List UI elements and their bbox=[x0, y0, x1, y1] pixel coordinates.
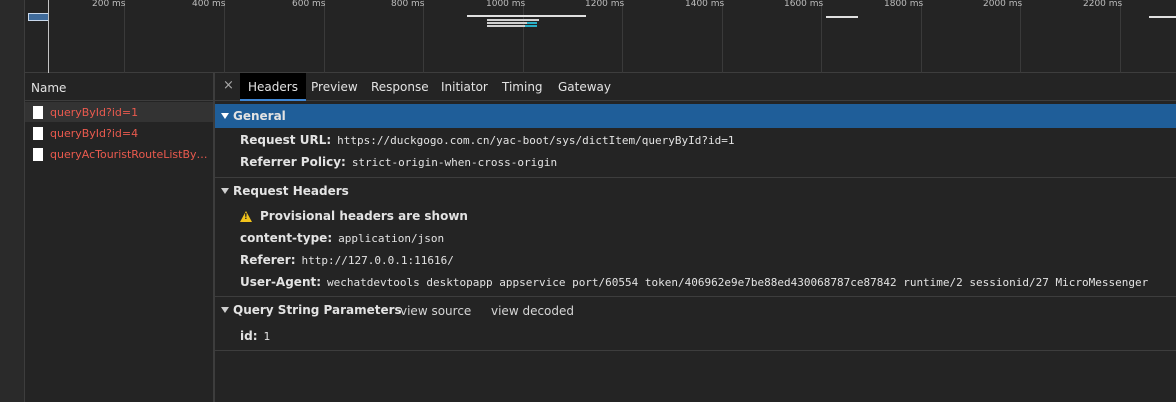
close-icon[interactable]: × bbox=[223, 78, 234, 93]
referer-row: Referer: http://127.0.0.1:11616/ bbox=[240, 253, 454, 267]
tick-label: 2000 ms bbox=[983, 0, 1023, 9]
user-agent-label: User-Agent: bbox=[240, 275, 322, 289]
tab-response[interactable]: Response bbox=[371, 80, 429, 94]
timeline-selection-handle[interactable] bbox=[28, 13, 49, 21]
network-timeline-overview[interactable]: 200 ms 400 ms 600 ms 800 ms 1000 ms 1200… bbox=[0, 0, 1176, 73]
request-name: queryById?id=1 bbox=[50, 105, 139, 119]
content-type-value: application/json bbox=[338, 232, 445, 245]
request-row[interactable]: queryById?id=4 bbox=[25, 123, 213, 143]
request-url-row: Request URL: https://duckgogo.com.cn/yac… bbox=[240, 133, 735, 147]
view-decoded-link[interactable]: view decoded bbox=[491, 304, 574, 318]
referrer-policy-value: strict-origin-when-cross-origin bbox=[351, 156, 558, 169]
tab-preview[interactable]: Preview bbox=[311, 80, 358, 94]
timeline-left-strip bbox=[0, 0, 25, 73]
devtools-network-panel: 200 ms 400 ms 600 ms 800 ms 1000 ms 1200… bbox=[0, 0, 1176, 402]
request-list-left-strip bbox=[0, 73, 25, 402]
section-title: Query String Parameters bbox=[233, 303, 402, 317]
timeline-tick: 400 ms bbox=[192, 0, 226, 73]
provisional-headers-warning: Provisional headers are shown bbox=[240, 209, 468, 223]
user-agent-value: wechatdevtools desktopapp appservice por… bbox=[327, 276, 1149, 289]
timeline-request-bar bbox=[467, 15, 586, 17]
details-tab-bar: × Headers Preview Response Initiator Tim… bbox=[215, 73, 1176, 101]
document-icon bbox=[33, 126, 43, 140]
request-details-panel: × Headers Preview Response Initiator Tim… bbox=[215, 73, 1176, 402]
tab-timing[interactable]: Timing bbox=[502, 80, 543, 94]
warning-icon bbox=[240, 210, 252, 222]
request-row[interactable]: queryById?id=1 bbox=[25, 102, 213, 122]
expand-triangle-icon bbox=[221, 307, 229, 313]
referrer-policy-row: Referrer Policy: strict-origin-when-cros… bbox=[240, 155, 557, 169]
tick-label: 2200 ms bbox=[1083, 0, 1123, 9]
tick-label: 800 ms bbox=[391, 0, 425, 9]
tab-headers[interactable]: Headers bbox=[240, 73, 306, 101]
timeline-request-bar bbox=[525, 25, 537, 27]
timeline-request-bar bbox=[487, 19, 539, 21]
query-param-value: 1 bbox=[263, 330, 271, 343]
expand-triangle-icon bbox=[221, 188, 229, 194]
tab-gateway[interactable]: Gateway bbox=[558, 80, 611, 94]
name-column-header[interactable]: Name bbox=[25, 73, 215, 101]
warning-text: Provisional headers are shown bbox=[260, 209, 468, 223]
timeline-tick: 1800 ms bbox=[884, 0, 923, 73]
tick-label: 200 ms bbox=[92, 0, 126, 9]
request-list: Name queryById?id=1 queryById?id=4 query… bbox=[0, 73, 215, 402]
request-name: queryAcTouristRouteListByS... bbox=[50, 147, 210, 161]
tick-label: 1400 ms bbox=[685, 0, 725, 9]
timeline-tick: 200 ms bbox=[92, 0, 126, 73]
timeline-request-bar bbox=[1149, 16, 1176, 18]
document-icon bbox=[33, 105, 43, 119]
document-icon bbox=[33, 147, 43, 161]
general-section-header[interactable]: General bbox=[215, 104, 1176, 128]
timeline-cursor-line bbox=[48, 0, 49, 73]
tab-initiator[interactable]: Initiator bbox=[441, 80, 488, 94]
request-url-label: Request URL: bbox=[240, 133, 332, 147]
tick-label: 1600 ms bbox=[784, 0, 824, 9]
timeline-tick: 1000 ms bbox=[486, 0, 525, 73]
timeline-tick: 2000 ms bbox=[983, 0, 1022, 73]
section-title: General bbox=[233, 109, 286, 123]
referrer-policy-label: Referrer Policy: bbox=[240, 155, 346, 169]
tick-label: 600 ms bbox=[292, 0, 326, 9]
timeline-tick: 600 ms bbox=[292, 0, 326, 73]
tick-label: 1800 ms bbox=[884, 0, 924, 9]
timeline-tick: 1600 ms bbox=[784, 0, 823, 73]
timeline-request-bar bbox=[487, 25, 525, 27]
timeline-request-bar bbox=[487, 22, 527, 24]
view-source-link[interactable]: view source bbox=[400, 304, 471, 318]
tick-label: 1000 ms bbox=[486, 0, 526, 9]
timeline-tick: 800 ms bbox=[391, 0, 425, 73]
section-title: Request Headers bbox=[233, 184, 349, 198]
user-agent-row: User-Agent: wechatdevtools desktopapp ap… bbox=[240, 275, 1148, 289]
section-divider bbox=[215, 350, 1176, 351]
timeline-tick: 2200 ms bbox=[1083, 0, 1122, 73]
expand-triangle-icon bbox=[221, 113, 229, 119]
section-divider bbox=[215, 177, 1176, 178]
referer-label: Referer: bbox=[240, 253, 296, 267]
content-type-row: content-type: application/json bbox=[240, 231, 444, 245]
request-row[interactable]: queryAcTouristRouteListByS... bbox=[25, 144, 213, 164]
query-string-section-header[interactable]: Query String Parameters bbox=[215, 298, 1176, 322]
referer-value: http://127.0.0.1:11616/ bbox=[301, 254, 454, 267]
query-param-label: id: bbox=[240, 329, 258, 343]
timeline-tick: 1200 ms bbox=[585, 0, 624, 73]
request-name: queryById?id=4 bbox=[50, 126, 139, 140]
content-type-label: content-type: bbox=[240, 231, 333, 245]
query-param-row: id: 1 bbox=[240, 329, 270, 343]
tick-label: 400 ms bbox=[192, 0, 226, 9]
tick-label: 1200 ms bbox=[585, 0, 625, 9]
timeline-request-bar bbox=[527, 22, 537, 24]
request-headers-section-header[interactable]: Request Headers bbox=[215, 179, 1176, 203]
timeline-request-bar bbox=[826, 16, 858, 18]
timeline-tick: 1400 ms bbox=[685, 0, 724, 73]
request-url-value: https://duckgogo.com.cn/yac-boot/sys/dic… bbox=[337, 134, 735, 147]
section-divider bbox=[215, 296, 1176, 297]
